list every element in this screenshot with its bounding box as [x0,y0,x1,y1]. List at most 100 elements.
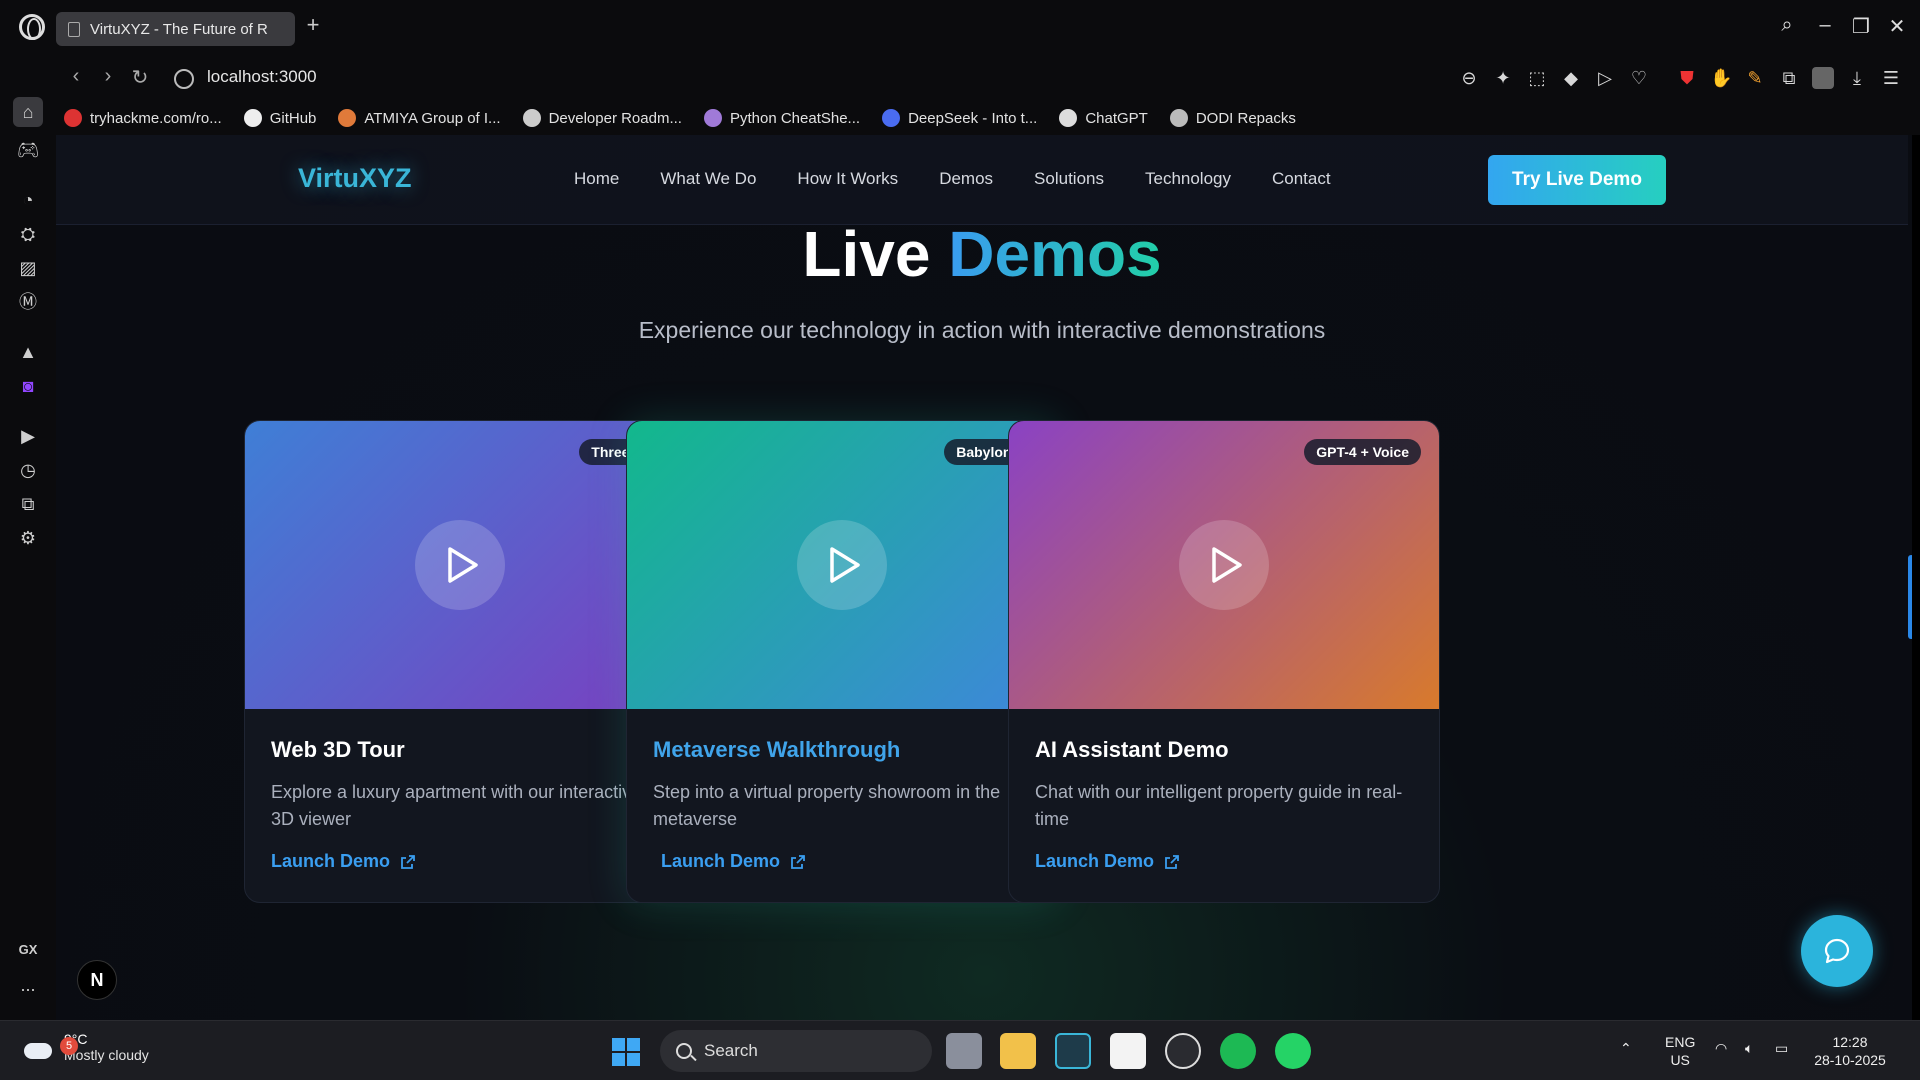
nav-link[interactable]: Home [574,169,619,189]
spotify-icon[interactable] [1220,1033,1256,1069]
demo-card[interactable]: Three.js Web 3D Tour Explore a luxury apar… [244,420,676,903]
pin-icon[interactable]: ✦ [1492,67,1514,89]
globe-icon [174,69,194,89]
bookmark-item[interactable]: DeepSeek - Into t... [882,109,1037,127]
snapshot-icon[interactable]: ⬚ [1526,67,1548,89]
avatar[interactable] [1812,67,1834,89]
launch-demo-link[interactable]: Launch Demo [1035,851,1413,872]
opera-logo-icon[interactable] [19,14,45,40]
stop-icon[interactable]: ✋ [1710,67,1732,89]
nav-link[interactable]: How It Works [797,169,898,189]
bookmark-label: GitHub [269,109,317,127]
nav-link[interactable]: Contact [1272,169,1331,189]
browser-tab[interactable]: VirtuXYZ - The Future of R [56,12,295,46]
play-button[interactable] [797,520,887,610]
pen-icon[interactable]: ✎ [1744,67,1766,89]
settings-icon[interactable]: ⚙ [13,523,43,553]
browser-tab-bar: VirtuXYZ - The Future of R + ⌕ – ❐ ✕ [0,0,1920,55]
play-button[interactable] [415,520,505,610]
nextjs-badge[interactable]: N [77,960,117,1000]
gamepad-icon[interactable]: 🎮︎ [13,135,43,165]
mods-icon[interactable]: Ⓜ [13,287,43,317]
bookmark-favicon-icon [882,109,901,127]
bookmark-favicon-icon [338,109,357,127]
bookmark-item[interactable]: DODI Repacks [1169,109,1296,127]
back-icon[interactable]: ‹ [64,65,88,88]
demo-card[interactable]: GPT-4 + Voice AI Assistant Demo Chat with … [1008,420,1440,903]
card-media: Babylon.js [627,421,1057,709]
zoom-out-icon[interactable]: ⊖ [1458,67,1480,89]
url-field[interactable]: localhost:3000 [207,67,317,87]
bookmark-item[interactable]: GitHub [243,109,317,127]
nav-link[interactable]: Solutions [1034,169,1104,189]
launch-demo-link[interactable]: Launch Demo [653,851,1031,872]
whatsapp-icon[interactable] [1275,1033,1311,1069]
taskbar-search[interactable]: Search [660,1030,932,1072]
battery-icon[interactable]: ▭ [1775,1039,1788,1057]
nav-link[interactable]: What We Do [660,169,756,189]
bookmark-favicon-icon [1169,109,1188,127]
task-view-icon[interactable] [946,1033,982,1069]
brand-logo[interactable]: VirtuXYZ [298,163,412,194]
forward-icon[interactable]: › [96,65,120,88]
demo-card[interactable]: Babylon.js Metaverse Walkthrough Step into… [626,420,1058,903]
adblock-icon[interactable]: ⛊ [1676,67,1698,89]
play-button[interactable] [1179,520,1269,610]
scrollbar-thumb[interactable] [1908,555,1912,639]
extensions-icon[interactable]: ⧉ [1778,67,1800,89]
bookmark-item[interactable]: Developer Roadm... [522,109,682,127]
nav-link[interactable]: Demos [939,169,993,189]
volume-icon[interactable]: 🔈︎ [1745,1039,1753,1057]
limiter-icon[interactable]: ▨ [13,253,43,283]
opera-gx-icon[interactable] [1055,1033,1091,1069]
external-link-icon [401,854,415,869]
heading-plain: Live [802,218,931,290]
minimize-icon[interactable]: – [1812,14,1838,37]
reload-icon[interactable]: ↻ [128,65,152,90]
bookmark-item[interactable]: Python CheatShe... [703,109,860,127]
clock[interactable]: 12:28 28-10-2025 [1810,1033,1890,1069]
home-icon[interactable]: ⌂ [13,97,43,127]
chat-button[interactable] [1801,915,1873,987]
speed-icon[interactable]: ◔ [13,185,43,215]
card-title: Metaverse Walkthrough [653,737,901,762]
close-icon[interactable]: ✕ [1884,14,1910,39]
nav-link[interactable]: Technology [1145,169,1231,189]
send-icon[interactable]: ▷ [1594,67,1616,89]
wifi-icon[interactable]: ◠ [1715,1039,1727,1057]
notion-icon[interactable] [1110,1033,1146,1069]
aria-icon[interactable]: ▲ [13,337,43,367]
cleaner-icon[interactable]: ⛭ [13,219,43,249]
file-explorer-icon[interactable] [1000,1033,1036,1069]
try-live-demo-button[interactable]: Try Live Demo [1488,155,1666,205]
new-tab-icon[interactable]: + [302,14,324,36]
twitch-icon[interactable]: ◙ [13,371,43,401]
search-tabs-icon[interactable]: ⌕ [1774,14,1800,37]
tray-chevron-icon[interactable]: ⌃ [1620,1039,1632,1057]
menu-icon[interactable]: ☰ [1880,67,1902,89]
shield-icon[interactable]: ◆ [1560,67,1582,89]
launch-label: Launch Demo [661,851,781,871]
heart-icon[interactable]: ♡ [1628,67,1650,89]
launch-demo-link[interactable]: Launch Demo [271,851,649,872]
chatgpt-icon[interactable] [1165,1033,1201,1069]
bookmark-label: DeepSeek - Into t... [908,109,1038,127]
bookmark-item[interactable]: ChatGPT [1059,109,1148,127]
restore-icon[interactable]: ❐ [1848,14,1874,39]
language-indicator[interactable]: ENG US [1665,1033,1695,1069]
bookmark-item[interactable]: tryhackme.com/ro... [64,109,222,127]
bookmark-item[interactable]: ATMIYA Group of I... [338,109,501,127]
weather-widget[interactable]: 5 9°C Mostly cloudy [22,1031,149,1063]
extensions-sidebar-icon[interactable]: ⧉ [13,489,43,519]
heading-highlight: Demos [948,218,1162,290]
notification-badge: 5 [60,1037,78,1055]
player-icon[interactable]: ▶ [13,421,43,451]
download-icon[interactable]: ⤓ [1846,67,1868,89]
gx-label[interactable]: GX [13,935,43,965]
more-icon[interactable]: ... [13,970,43,1000]
history-icon[interactable]: ◷ [13,455,43,485]
bookmark-favicon-icon [243,109,262,127]
start-button[interactable] [612,1038,640,1066]
card-media: GPT-4 + Voice [1009,421,1439,709]
play-icon [448,547,478,583]
